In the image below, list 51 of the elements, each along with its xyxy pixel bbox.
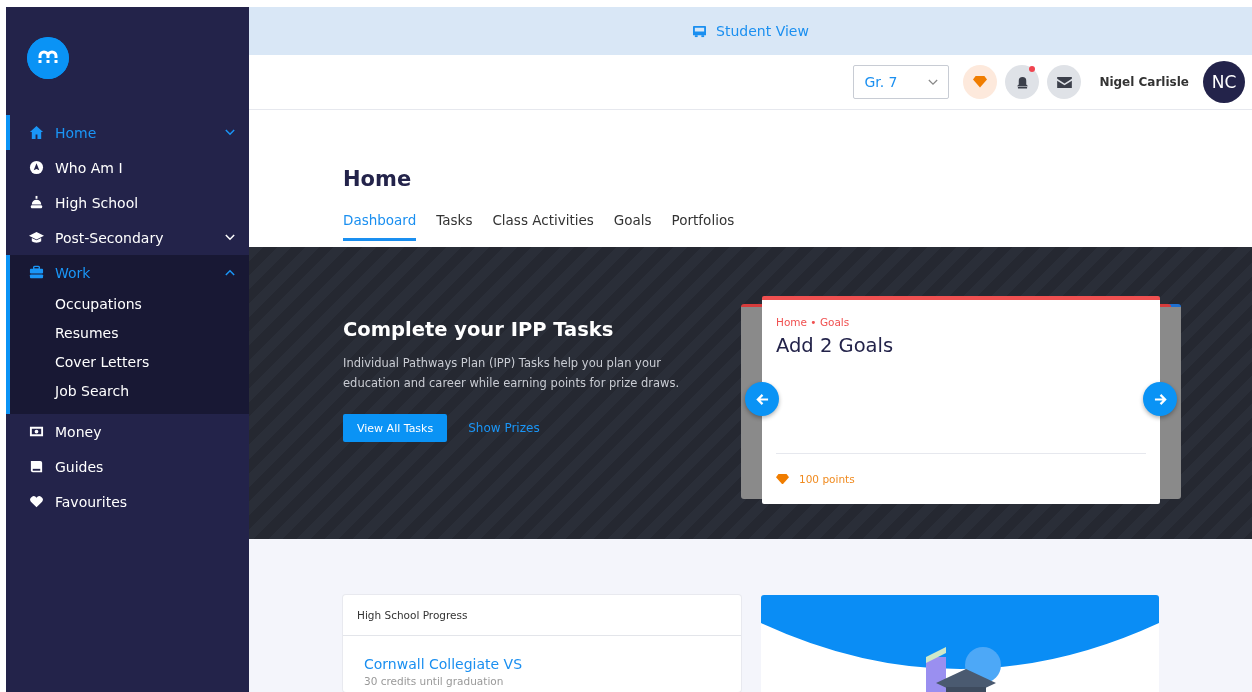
gem-icon <box>776 473 789 485</box>
user-avatar[interactable]: NC <box>1203 61 1245 103</box>
tab[interactable]: Class Activities <box>492 212 594 241</box>
heart-icon <box>28 494 44 509</box>
banner-title: Complete your IPP Tasks <box>343 318 615 341</box>
banner-description: Individual Pathways Plan (IPP) Tasks help you plan your education and career while earning points for prize draws. <box>343 355 681 392</box>
sidebar-item[interactable]: Work <box>10 255 249 290</box>
tab[interactable]: Tasks <box>436 212 473 241</box>
sidebar-subitem[interactable]: Cover Letters <box>10 348 249 377</box>
sidebar-item[interactable]: Guides <box>10 449 249 484</box>
sidebar-item[interactable]: Home <box>10 115 249 150</box>
points-button[interactable] <box>963 65 998 99</box>
arrow-icon <box>755 392 769 406</box>
sidebar-item[interactable]: Who Am I <box>10 150 249 185</box>
banknote-icon <box>28 424 44 439</box>
gem-icon <box>973 76 988 88</box>
chevron-icon <box>928 78 939 86</box>
credits-text: 30 credits until graduation <box>364 675 505 687</box>
chevron-icon <box>225 234 235 241</box>
tab[interactable]: Goals <box>613 212 652 241</box>
bus-icon <box>692 24 708 38</box>
home-icon <box>28 125 44 140</box>
sidebar-item[interactable]: High School <box>10 185 249 220</box>
sidebar-item[interactable]: Post-Secondary <box>10 220 249 255</box>
task-breadcrumb: Home • Goals <box>776 316 851 328</box>
task-card[interactable]: Home • Goals Add 2 Goals 100 points <box>762 296 1160 504</box>
user-name[interactable]: Nigel Carlisle <box>1099 75 1189 89</box>
graduation-cap-icon <box>28 230 44 245</box>
page-title: Home <box>343 167 413 191</box>
tab[interactable]: Portfolios <box>671 212 735 241</box>
task-title: Add 2 Goals <box>776 334 895 357</box>
arrow-icon <box>1153 392 1167 406</box>
sidebar-subitem[interactable]: Occupations <box>10 290 249 319</box>
sidebar-subitem[interactable]: Job Search <box>10 377 249 406</box>
compass-icon <box>28 160 44 175</box>
logo-icon[interactable] <box>27 37 69 79</box>
book-icon <box>28 459 44 474</box>
student-view-label: Student View <box>716 23 809 39</box>
sidebar-item[interactable]: Favourites <box>10 484 249 519</box>
show-prizes-link[interactable]: Show Prizes <box>468 421 540 435</box>
card-title: High School Progress <box>357 609 468 621</box>
messages-button[interactable] <box>1047 65 1082 99</box>
sidebar-subitem[interactable]: Resumes <box>10 319 249 348</box>
bell-desk-icon <box>28 195 44 210</box>
chevron-icon <box>225 129 235 136</box>
briefcase-icon <box>28 265 44 280</box>
notifications-button[interactable] <box>1005 65 1040 99</box>
chevron-icon <box>225 269 235 276</box>
envelope-icon <box>1056 76 1072 88</box>
sidebar-item[interactable]: Money <box>10 414 249 449</box>
task-points: 100 points <box>799 473 855 485</box>
